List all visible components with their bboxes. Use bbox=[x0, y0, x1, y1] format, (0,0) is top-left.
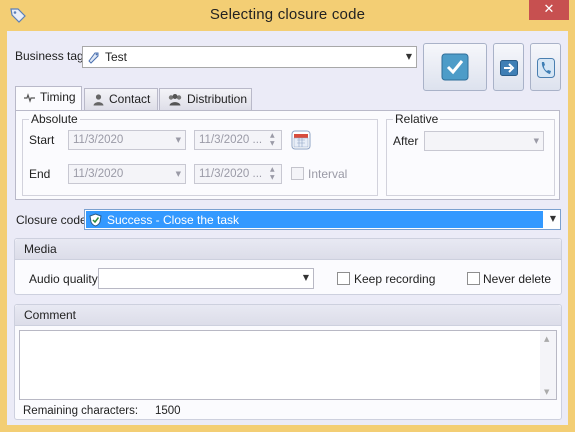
business-tag-value: Test bbox=[105, 50, 128, 64]
chevron-down-icon: ▼ bbox=[302, 273, 309, 282]
business-tag-combo[interactable]: Test ▼ bbox=[82, 46, 417, 68]
never-delete-checkbox[interactable] bbox=[467, 272, 480, 285]
start-label: Start bbox=[29, 133, 55, 147]
end-time-spinner[interactable]: 11/3/2020 ... ▲ ▼ bbox=[194, 164, 282, 184]
spinner-arrows-icon: ▲ ▼ bbox=[270, 166, 275, 181]
relative-group: Relative After ▼ bbox=[386, 112, 555, 196]
closure-code-combo[interactable]: Success - Close the task ▼ bbox=[84, 209, 561, 230]
interval-checkbox[interactable] bbox=[291, 167, 304, 180]
after-combo[interactable]: ▼ bbox=[424, 131, 544, 151]
spinner-arrows-icon: ▲ ▼ bbox=[270, 132, 275, 147]
after-label: After bbox=[393, 134, 419, 148]
confirm-button[interactable] bbox=[423, 43, 487, 91]
calendar-icon[interactable] bbox=[291, 130, 311, 150]
scroll-down-icon[interactable]: ▼ bbox=[544, 388, 549, 396]
media-header: Media bbox=[15, 239, 561, 260]
forward-button[interactable] bbox=[493, 43, 524, 91]
scroll-up-icon[interactable]: ▲ bbox=[544, 335, 549, 343]
person-icon bbox=[93, 94, 104, 106]
tab-label: Contact bbox=[109, 92, 151, 106]
call-button[interactable] bbox=[530, 43, 561, 91]
phone-icon bbox=[537, 58, 555, 78]
start-date-picker[interactable]: 11/3/2020 ▼ bbox=[68, 130, 186, 150]
remaining-characters-label: Remaining characters: bbox=[23, 405, 139, 417]
never-delete-label: Never delete bbox=[483, 272, 552, 286]
start-date-value: 11/3/2020 bbox=[73, 134, 124, 146]
audio-quality-label: Audio quality bbox=[29, 272, 98, 286]
tag-icon bbox=[88, 52, 99, 64]
interval-label: Interval bbox=[308, 167, 348, 181]
close-icon: ✕ bbox=[543, 2, 555, 17]
dialog-body: Business tag Test ▼ Timing Contact Distr… bbox=[7, 31, 568, 425]
tab-label: Timing bbox=[40, 90, 76, 104]
keep-recording-label: Keep recording bbox=[354, 272, 436, 286]
close-button[interactable]: ✕ bbox=[529, 0, 569, 20]
chevron-down-icon: ▼ bbox=[405, 52, 412, 61]
closure-code-value: Success - Close the task bbox=[107, 213, 240, 227]
comment-scrollbar[interactable]: ▲ ▼ bbox=[540, 331, 556, 399]
comment-header: Comment bbox=[15, 305, 561, 326]
absolute-title: Absolute bbox=[29, 112, 80, 126]
title-bar: Selecting closure code ✕ bbox=[0, 0, 575, 31]
chevron-down-icon: ▼ bbox=[533, 137, 539, 145]
business-tag-label: Business tag bbox=[15, 49, 84, 63]
closure-code-label: Closure code bbox=[16, 213, 87, 227]
closure-code-dialog: Selecting closure code ✕ Business tag Te… bbox=[0, 0, 575, 432]
group-icon bbox=[168, 94, 182, 106]
timing-icon bbox=[24, 93, 35, 103]
end-date-value: 11/3/2020 bbox=[73, 168, 124, 180]
media-section: Media Audio quality ▼ Keep recording Nev… bbox=[14, 238, 562, 295]
start-time-value: 11/3/2020 ... bbox=[199, 134, 263, 146]
end-date-picker[interactable]: 11/3/2020 ▼ bbox=[68, 164, 186, 184]
comment-section: Comment ▲ ▼ Remaining characters: 1500 bbox=[14, 304, 562, 420]
absolute-group: Absolute Start 11/3/2020 ▼ 11/3/2020 ...… bbox=[22, 112, 378, 196]
tab-distribution[interactable]: Distribution bbox=[159, 88, 252, 110]
relative-title: Relative bbox=[393, 112, 441, 126]
timing-panel: Absolute Start 11/3/2020 ▼ 11/3/2020 ...… bbox=[15, 110, 560, 200]
end-time-value: 11/3/2020 ... bbox=[199, 168, 263, 180]
comment-textarea[interactable]: ▲ ▼ bbox=[19, 330, 557, 400]
arrow-right-icon bbox=[500, 60, 518, 76]
tab-label: Distribution bbox=[187, 92, 248, 106]
audio-quality-combo[interactable]: ▼ bbox=[98, 268, 314, 289]
shield-check-icon bbox=[89, 213, 102, 227]
start-time-spinner[interactable]: 11/3/2020 ... ▲ ▼ bbox=[194, 130, 282, 150]
chevron-down-icon: ▼ bbox=[549, 214, 556, 223]
media-title: Media bbox=[24, 242, 57, 256]
remaining-characters-count: 1500 bbox=[155, 405, 181, 417]
comment-title: Comment bbox=[24, 308, 77, 322]
chevron-down-icon: ▼ bbox=[175, 170, 181, 178]
window-title: Selecting closure code bbox=[209, 6, 366, 23]
end-label: End bbox=[29, 167, 51, 181]
keep-recording-checkbox[interactable] bbox=[337, 272, 350, 285]
tab-contact[interactable]: Contact bbox=[84, 88, 158, 110]
tab-timing[interactable]: Timing bbox=[15, 86, 82, 110]
checkmark-icon bbox=[441, 53, 469, 81]
chevron-down-icon: ▼ bbox=[175, 136, 181, 144]
